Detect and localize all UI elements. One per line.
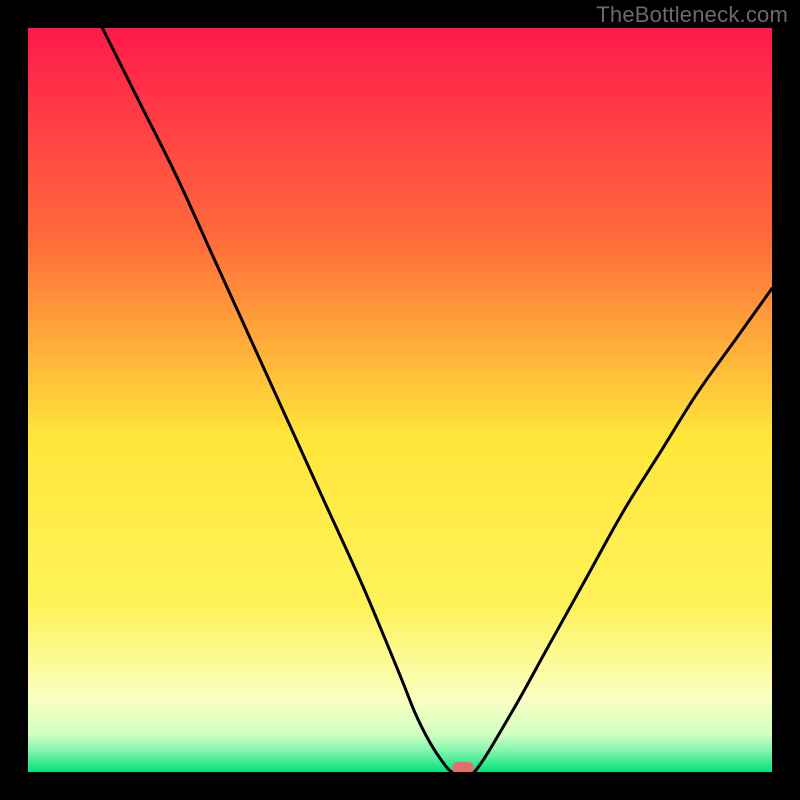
plot-area bbox=[28, 28, 772, 772]
watermark-text: TheBottleneck.com bbox=[596, 2, 788, 28]
gradient-background bbox=[28, 28, 772, 772]
optimum-marker bbox=[452, 762, 474, 772]
plot-svg bbox=[28, 28, 772, 772]
chart-frame: TheBottleneck.com bbox=[0, 0, 800, 800]
